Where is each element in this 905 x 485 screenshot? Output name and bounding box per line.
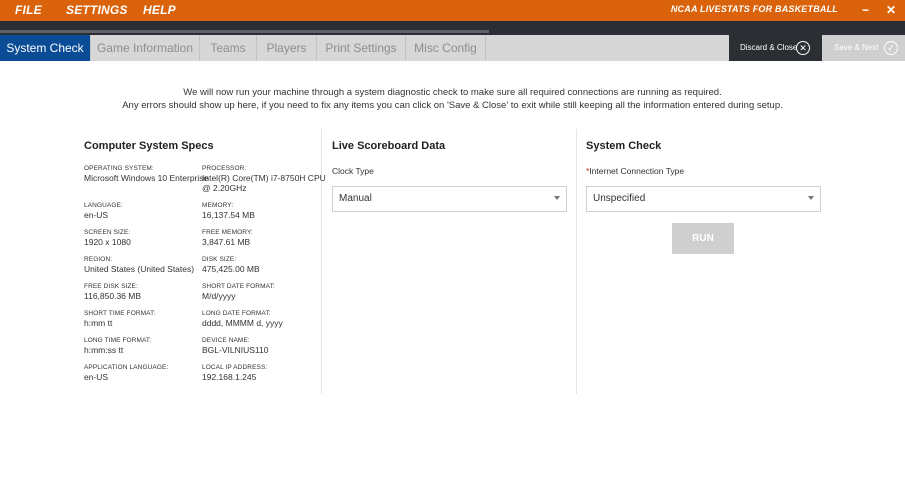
spec-label: LONG TIME FORMAT:	[84, 337, 152, 344]
connection-type-value: Unspecified	[593, 193, 646, 204]
spec-label: SCREEN SIZE:	[84, 229, 131, 236]
intro-text: We will now run your machine through a s…	[0, 86, 905, 112]
spec-long-time-format: LONG TIME FORMAT: h:mm:ss tt	[84, 336, 209, 355]
spec-value: M/d/yyyy	[202, 291, 236, 301]
system-check-title: System Check	[586, 140, 662, 152]
spec-long-date-format: LONG DATE FORMAT: dddd, MMMM d, yyyy	[202, 309, 327, 328]
spec-short-date-format: SHORT DATE FORMAT: M/d/yyyy	[202, 282, 327, 301]
tab-print-settings[interactable]: Print Settings	[317, 35, 406, 61]
spec-label: FREE DISK SIZE:	[84, 283, 138, 290]
menu-help[interactable]: HELP	[143, 3, 176, 17]
tab-system-check[interactable]: System Check	[0, 35, 91, 61]
spec-label: LONG DATE FORMAT:	[202, 310, 271, 317]
spec-label: FREE MEMORY:	[202, 229, 253, 236]
spec-device-name: DEVICE NAME: BGL-VILNIUS110	[202, 336, 327, 355]
spec-value: Microsoft Windows 10 Enterprise	[84, 173, 209, 183]
discard-close-button[interactable]: Discard & Close ✕	[729, 35, 822, 61]
connection-type-label-text: Internet Connection Type	[589, 166, 685, 176]
spec-value: 475,425.00 MB	[202, 264, 260, 274]
spec-label: APPLICATION LANGUAGE:	[84, 364, 169, 371]
tab-players[interactable]: Players	[257, 35, 317, 61]
progress-bar-fill	[0, 30, 489, 33]
spec-value: BGL-VILNIUS110	[202, 345, 269, 355]
save-next-label: Save & Next	[834, 43, 879, 52]
system-check-panel: System Check *Internet Connection Type U…	[586, 129, 826, 394]
spec-free-memory: FREE MEMORY: 3,847.61 MB	[202, 228, 327, 247]
spec-memory: MEMORY: 16,137.54 MB	[202, 201, 327, 220]
spec-region: REGION: United States (United States)	[84, 255, 209, 274]
connection-type-label: *Internet Connection Type	[586, 166, 684, 176]
discard-close-label: Discard & Close	[740, 43, 798, 52]
menu-file[interactable]: FILE	[15, 3, 42, 17]
spec-label: MEMORY:	[202, 202, 234, 209]
spec-label: REGION:	[84, 256, 113, 263]
close-window-icon[interactable]: ✕	[886, 3, 896, 17]
live-scoreboard-title: Live Scoreboard Data	[332, 140, 446, 152]
clock-type-select[interactable]: Manual	[332, 186, 567, 212]
spec-value: 16,137.54 MB	[202, 210, 255, 220]
spec-value: en-US	[84, 210, 109, 220]
tab-bar: System Check Game Information Teams Play…	[0, 35, 905, 61]
spec-value: en-US	[84, 372, 109, 382]
spec-local-ip-address: LOCAL IP ADDRESS: 192.168.1.245	[202, 363, 327, 382]
checkmark-circle-icon: ✓	[884, 41, 898, 55]
spec-value: h:mm tt	[84, 318, 113, 328]
clock-type-value: Manual	[339, 193, 372, 204]
save-next-button[interactable]: Save & Next ✓	[822, 35, 905, 61]
minimize-icon[interactable]: −	[862, 3, 869, 17]
spec-disk-size: DISK SIZE: 475,425.00 MB	[202, 255, 327, 274]
clock-type-label: Clock Type	[332, 166, 374, 176]
spec-value: Intel(R) Core(TM) i7-8750H CPU @ 2.20GHz	[202, 173, 326, 193]
spec-screen-size: SCREEN SIZE: 1920 x 1080	[84, 228, 209, 247]
spec-label: LOCAL IP ADDRESS:	[202, 364, 268, 371]
intro-line-2: Any errors should show up here, if you n…	[122, 100, 783, 111]
spec-processor: PROCESSOR: Intel(R) Core(TM) i7-8750H CP…	[202, 164, 327, 193]
spec-label: SHORT DATE FORMAT:	[202, 283, 275, 290]
spec-value: 116,850.36 MB	[84, 291, 142, 301]
app-title: NCAA LIVESTATS FOR BASKETBALL	[670, 4, 838, 14]
spec-value: 192.168.1.245	[202, 372, 257, 382]
tab-teams[interactable]: Teams	[200, 35, 257, 61]
spec-short-time-format: SHORT TIME FORMAT: h:mm tt	[84, 309, 209, 328]
live-scoreboard-panel: Live Scoreboard Data Clock Type Manual	[332, 129, 577, 394]
menu-settings[interactable]: SETTINGS	[66, 3, 128, 17]
system-specs-title: Computer System Specs	[84, 140, 214, 152]
spec-value: dddd, MMMM d, yyyy	[202, 318, 283, 328]
spec-label: PROCESSOR:	[202, 165, 247, 172]
chevron-down-icon	[808, 196, 814, 200]
top-menu-bar: FILE SETTINGS HELP NCAA LIVESTATS FOR BA…	[0, 0, 905, 21]
spec-language: LANGUAGE: en-US	[84, 201, 209, 220]
intro-line-1: We will now run your machine through a s…	[183, 87, 722, 98]
system-specs-panel: Computer System Specs OPERATING SYSTEM: …	[84, 129, 326, 394]
close-circle-icon: ✕	[796, 41, 810, 55]
run-button[interactable]: RUN	[672, 223, 734, 254]
spec-application-language: APPLICATION LANGUAGE: en-US	[84, 363, 209, 382]
connection-type-select[interactable]: Unspecified	[586, 186, 821, 212]
spec-label: LANGUAGE:	[84, 202, 123, 209]
spec-label: SHORT TIME FORMAT:	[84, 310, 156, 317]
spec-value: 1920 x 1080	[84, 237, 131, 247]
spec-value: 3,847.61 MB	[202, 237, 251, 247]
spec-free-disk-size: FREE DISK SIZE: 116,850.36 MB	[84, 282, 209, 301]
spec-label: DISK SIZE:	[202, 256, 237, 263]
tab-misc-config[interactable]: Misc Config	[406, 35, 486, 61]
spec-label: DEVICE NAME:	[202, 337, 250, 344]
spec-value: h:mm:ss tt	[84, 345, 124, 355]
tab-game-information[interactable]: Game Information	[91, 35, 200, 61]
spec-value: United States (United States)	[84, 264, 195, 274]
chevron-down-icon	[554, 196, 560, 200]
spec-operating-system: OPERATING SYSTEM: Microsoft Windows 10 E…	[84, 164, 209, 183]
spec-label: OPERATING SYSTEM:	[84, 165, 154, 172]
